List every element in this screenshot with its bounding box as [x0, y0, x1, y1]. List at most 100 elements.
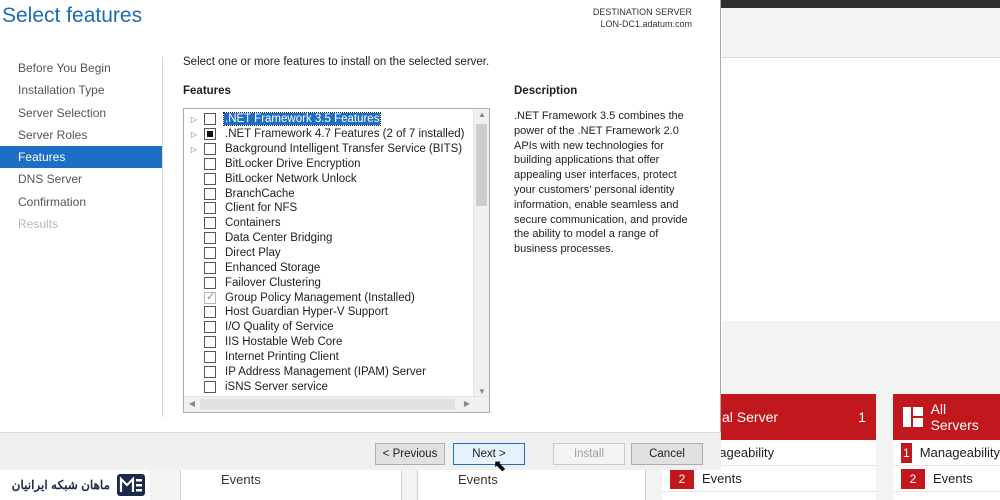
count-badge: 1: [901, 442, 912, 463]
nav-item-server-selection[interactable]: Server Selection: [0, 102, 162, 124]
expand-arrow-icon[interactable]: ▷: [184, 115, 204, 124]
feature-label: Data Center Bridging: [225, 232, 333, 245]
feature-row[interactable]: ▷ .NET Framework 4.7 Features (2 of 7 ins…: [184, 127, 474, 142]
page-title: Select features: [2, 4, 143, 27]
feature-row[interactable]: iSNS Server service: [184, 379, 474, 394]
tile-header[interactable]: All Servers: [893, 394, 1000, 440]
feature-checkbox[interactable]: [204, 217, 216, 230]
feature-label: Background Intelligent Transfer Service …: [225, 143, 463, 156]
feature-checkbox[interactable]: [204, 172, 216, 185]
all-servers-tile: All Servers 1 Manageability 2 Events: [893, 394, 1000, 500]
previous-button[interactable]: < Previous: [375, 443, 445, 465]
feature-row[interactable]: BitLocker Drive Encryption: [184, 157, 474, 172]
expand-arrow-icon[interactable]: ▷: [184, 145, 204, 154]
feature-label: IIS Hostable Web Core: [225, 336, 343, 349]
feature-label: I/O Quality of Service: [225, 321, 334, 334]
next-button[interactable]: Next >: [453, 443, 525, 465]
feature-row[interactable]: BitLocker Network Unlock: [184, 171, 474, 186]
feature-checkbox[interactable]: [204, 290, 216, 304]
tile-title: al Server: [722, 409, 779, 425]
destination-server-name: LON-DC1.adatum.com: [600, 19, 692, 29]
feature-checkbox[interactable]: [204, 365, 216, 378]
scroll-thumb[interactable]: [200, 399, 455, 410]
events-link[interactable]: Events: [458, 472, 498, 487]
feature-checkbox[interactable]: [204, 247, 216, 260]
instruction-text: Select one or more features to install o…: [183, 56, 490, 68]
scroll-left-icon[interactable]: ◀: [184, 399, 200, 408]
nav-item-before-you-begin[interactable]: Before You Begin: [0, 57, 162, 79]
feature-checkbox[interactable]: [204, 128, 216, 141]
feature-label: Host Guardian Hyper-V Support: [225, 306, 388, 319]
feature-checkbox[interactable]: [204, 321, 216, 334]
add-features-wizard: Select features DESTINATION SERVER LON-D…: [0, 0, 721, 470]
feature-checkbox[interactable]: [204, 336, 216, 349]
server-manager-titlebar: [720, 0, 1000, 8]
feature-label: Internet Printing Client: [225, 350, 339, 363]
nav-item-dns-server[interactable]: DNS Server: [0, 168, 162, 190]
feature-checkbox[interactable]: [204, 232, 216, 245]
expand-arrow-icon[interactable]: ▷: [184, 130, 204, 139]
feature-row[interactable]: IP Address Management (IPAM) Server: [184, 364, 474, 379]
events-link[interactable]: Events: [221, 472, 261, 487]
feature-label: BitLocker Network Unlock: [225, 172, 357, 185]
feature-label: BitLocker Drive Encryption: [225, 157, 361, 170]
features-tree[interactable]: ▷ .NET Framework 3.5 Features ▷ .NET Framew…: [183, 108, 490, 413]
feature-row[interactable]: Internet Printing Client: [184, 350, 474, 365]
scroll-thumb[interactable]: [476, 124, 487, 206]
dashboard-column: Events: [417, 470, 646, 500]
feature-label: Enhanced Storage: [225, 261, 321, 274]
feature-label: IP Address Management (IPAM) Server: [225, 365, 426, 378]
feature-row[interactable]: Direct Play: [184, 246, 474, 261]
nav-item-installation-type[interactable]: Installation Type: [0, 79, 162, 101]
feature-label: Containers: [225, 217, 281, 230]
events-link: Events: [702, 471, 742, 486]
feature-row[interactable]: I/O Quality of Service: [184, 320, 474, 335]
feature-row[interactable]: Host Guardian Hyper-V Support: [184, 305, 474, 320]
scroll-right-icon[interactable]: ▶: [459, 399, 475, 408]
feature-checkbox[interactable]: [204, 187, 216, 200]
feature-checkbox[interactable]: [204, 380, 216, 393]
nav-item-results: Results: [18, 217, 59, 232]
scroll-down-icon[interactable]: ▼: [474, 387, 489, 396]
tile-title: All Servers: [930, 401, 979, 433]
nav-item-server-roles[interactable]: Server Roles: [0, 124, 162, 146]
feature-checkbox[interactable]: [204, 261, 216, 274]
scroll-up-icon[interactable]: ▲: [474, 110, 489, 119]
features-heading: Features: [183, 85, 231, 97]
feature-label: Group Policy Management (Installed): [225, 291, 415, 304]
logo-icon: [117, 474, 145, 496]
feature-checkbox[interactable]: [204, 113, 216, 126]
feature-row[interactable]: ▷ Background Intelligent Transfer Service…: [184, 142, 474, 157]
feature-row[interactable]: ▷ .NET Framework 3.5 Features: [184, 112, 474, 127]
nav-item-confirmation[interactable]: Confirmation: [0, 191, 162, 213]
feature-checkbox[interactable]: [204, 143, 216, 156]
events-link: Events: [933, 471, 973, 486]
wizard-nav: Before You Begin Installation Type Serve…: [0, 57, 163, 417]
feature-checkbox[interactable]: [204, 350, 216, 363]
cancel-button[interactable]: Cancel: [631, 443, 703, 465]
feature-row[interactable]: Enhanced Storage: [184, 260, 474, 275]
description-text: .NET Framework 3.5 combines the power of…: [514, 110, 688, 256]
nav-item-features[interactable]: Features: [0, 146, 162, 169]
server-manager-header: [722, 8, 1000, 58]
feature-row[interactable]: IIS Hostable Web Core: [184, 335, 474, 350]
feature-label: BranchCache: [225, 187, 295, 200]
feature-checkbox[interactable]: [204, 202, 216, 215]
manageability-link: Manageability: [919, 445, 1000, 460]
feature-row[interactable]: Data Center Bridging: [184, 231, 474, 246]
feature-row[interactable]: Client for NFS: [184, 201, 474, 216]
tile-row[interactable]: 1 Manageability: [893, 440, 1000, 466]
feature-checkbox[interactable]: [204, 157, 216, 170]
feature-row[interactable]: BranchCache: [184, 186, 474, 201]
features-list: ▷ .NET Framework 3.5 Features ▷ .NET Framew…: [184, 112, 474, 394]
tile-row[interactable]: 2 Events: [893, 466, 1000, 492]
vertical-scrollbar[interactable]: ▲ ▼: [473, 109, 489, 397]
feature-row[interactable]: Containers: [184, 216, 474, 231]
feature-checkbox[interactable]: [204, 276, 216, 289]
feature-row[interactable]: Group Policy Management (Installed): [184, 290, 474, 305]
feature-row[interactable]: Failover Clustering: [184, 275, 474, 290]
feature-checkbox[interactable]: [204, 306, 216, 319]
horizontal-scrollbar[interactable]: ◀ ▶: [184, 396, 489, 412]
count-badge: 2: [901, 468, 925, 489]
count-badge: 2: [670, 468, 694, 489]
